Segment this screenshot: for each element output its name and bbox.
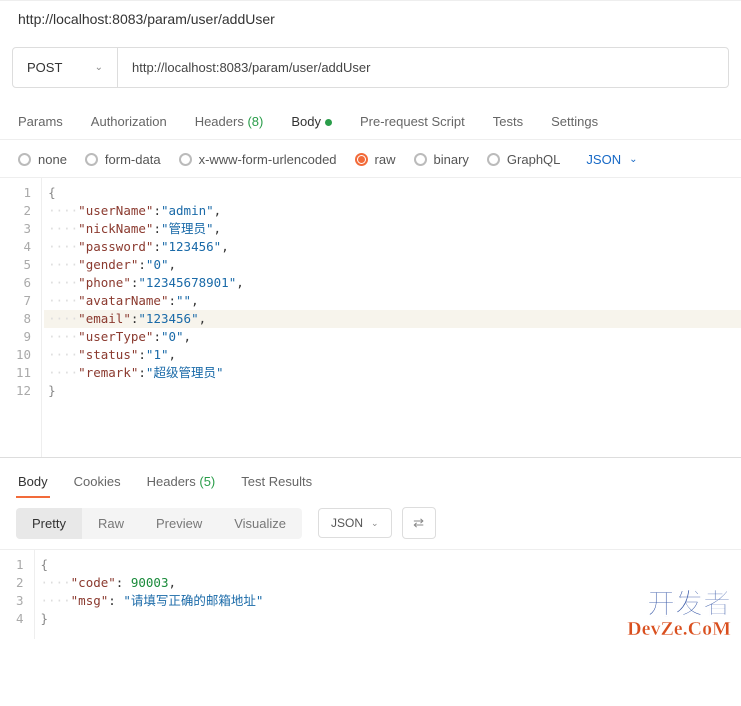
radio-icon [85, 153, 98, 166]
radio-binary[interactable]: binary [414, 152, 469, 167]
view-visualize[interactable]: Visualize [218, 508, 302, 539]
body-modified-dot-icon [325, 119, 332, 126]
method-select[interactable]: POST ⌄ [13, 48, 118, 87]
response-view-row: Pretty Raw Preview Visualize JSON⌄ ⇄ [0, 497, 741, 549]
request-body-editor[interactable]: 123456789101112 {····"userName":"admin",… [0, 177, 741, 457]
request-title: http://localhost:8083/param/user/addUser [0, 0, 741, 41]
tab-prerequest[interactable]: Pre-request Script [358, 106, 467, 139]
response-body-editor[interactable]: 1234 {····"code": 90003,····"msg": "请填写正… [0, 549, 741, 639]
radio-icon [487, 153, 500, 166]
tab-settings[interactable]: Settings [549, 106, 600, 139]
tab-authorization[interactable]: Authorization [89, 106, 169, 139]
method-label: POST [27, 60, 62, 75]
wrap-lines-button[interactable]: ⇄ [402, 507, 436, 539]
radio-icon [414, 153, 427, 166]
tab-params[interactable]: Params [16, 106, 65, 139]
radio-icon [179, 153, 192, 166]
chevron-down-icon: ⌄ [629, 154, 637, 165]
resp-tab-testresults[interactable]: Test Results [239, 468, 314, 497]
radio-raw[interactable]: raw [355, 152, 396, 167]
editor-gutter: 1234 [0, 550, 35, 639]
resp-tab-body[interactable]: Body [16, 468, 50, 497]
body-type-row: none form-data x-www-form-urlencoded raw… [0, 140, 741, 177]
view-preview[interactable]: Preview [140, 508, 218, 539]
url-input[interactable]: http://localhost:8083/param/user/addUser [118, 48, 728, 87]
chevron-down-icon: ⌄ [371, 518, 379, 529]
watermark: 开发者 DevZe.CoM [627, 591, 731, 639]
tab-headers-label: Headers [195, 114, 244, 129]
radio-icon [18, 153, 31, 166]
radio-icon [355, 153, 368, 166]
radio-none[interactable]: none [18, 152, 67, 167]
editor-code[interactable]: {····"userName":"admin",····"nickName":"… [44, 178, 741, 457]
resp-tab-headers[interactable]: Headers (5) [145, 468, 218, 497]
chevron-down-icon: ⌄ [95, 62, 103, 73]
resp-tab-cookies[interactable]: Cookies [72, 468, 123, 497]
radio-formdata[interactable]: form-data [85, 152, 161, 167]
response-format-select[interactable]: JSON⌄ [318, 508, 392, 538]
tab-body-label: Body [291, 114, 321, 129]
request-row: POST ⌄ http://localhost:8083/param/user/… [12, 47, 729, 88]
response-tabs: Body Cookies Headers (5) Test Results [0, 457, 741, 497]
radio-graphql[interactable]: GraphQL [487, 152, 560, 167]
wrap-icon: ⇄ [413, 515, 424, 531]
request-tabs: Params Authorization Headers (8) Body Pr… [0, 102, 741, 140]
radio-xwww[interactable]: x-www-form-urlencoded [179, 152, 337, 167]
view-pretty[interactable]: Pretty [16, 508, 82, 539]
view-raw[interactable]: Raw [82, 508, 140, 539]
body-format-select[interactable]: JSON⌄ [586, 152, 637, 167]
editor-gutter: 123456789101112 [0, 178, 42, 457]
tab-tests[interactable]: Tests [491, 106, 525, 139]
view-mode-group: Pretty Raw Preview Visualize [16, 508, 302, 539]
tab-headers[interactable]: Headers (8) [193, 106, 266, 139]
tab-headers-count: (8) [247, 114, 263, 129]
tab-body[interactable]: Body [289, 106, 334, 139]
